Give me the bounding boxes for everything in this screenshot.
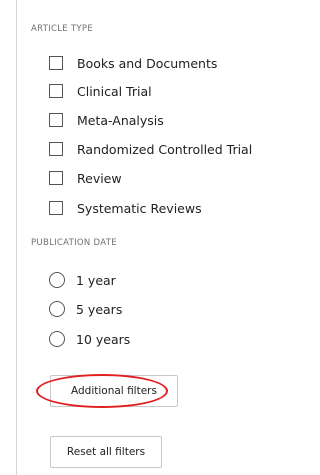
date-option-label: 10 years: [76, 331, 131, 347]
filter-option-clinical-trial[interactable]: Clinical Trial: [49, 79, 152, 103]
filter-option-label: Books and Documents: [77, 55, 218, 71]
publication-date-heading: PUBLICATION DATE: [31, 238, 117, 248]
radio-button[interactable]: [49, 272, 65, 288]
checkbox[interactable]: [49, 142, 63, 156]
date-option-label: 5 years: [76, 301, 123, 317]
filter-option-label: Systematic Reviews: [77, 200, 202, 216]
filter-option-randomized-controlled-trial[interactable]: Randomized Controlled Trial: [49, 137, 252, 161]
checkbox[interactable]: [49, 201, 63, 215]
filter-option-review[interactable]: Review: [49, 166, 122, 190]
checkbox[interactable]: [49, 171, 63, 185]
checkbox[interactable]: [49, 113, 63, 127]
checkbox[interactable]: [49, 84, 63, 98]
date-option-5-years[interactable]: 5 years: [49, 297, 122, 321]
filter-option-label: Meta-Analysis: [77, 112, 164, 128]
date-option-label: 1 year: [76, 272, 116, 288]
filter-option-books-and-documents[interactable]: Books and Documents: [49, 51, 217, 75]
filter-option-label: Review: [77, 170, 122, 186]
radio-button[interactable]: [49, 301, 65, 317]
filter-option-systematic-reviews[interactable]: Systematic Reviews: [49, 196, 202, 220]
radio-button[interactable]: [49, 331, 65, 347]
date-option-1-year[interactable]: 1 year: [49, 268, 116, 292]
additional-filters-button[interactable]: Additional filters: [50, 375, 178, 407]
filter-option-label: Randomized Controlled Trial: [77, 141, 253, 157]
checkbox[interactable]: [49, 56, 63, 70]
reset-all-filters-button[interactable]: Reset all filters: [50, 436, 162, 468]
article-type-heading: ARTICLE TYPE: [31, 24, 94, 34]
filter-option-meta-analysis[interactable]: Meta-Analysis: [49, 108, 164, 132]
date-option-10-years[interactable]: 10 years: [49, 327, 130, 351]
filter-option-label: Clinical Trial: [77, 83, 152, 99]
